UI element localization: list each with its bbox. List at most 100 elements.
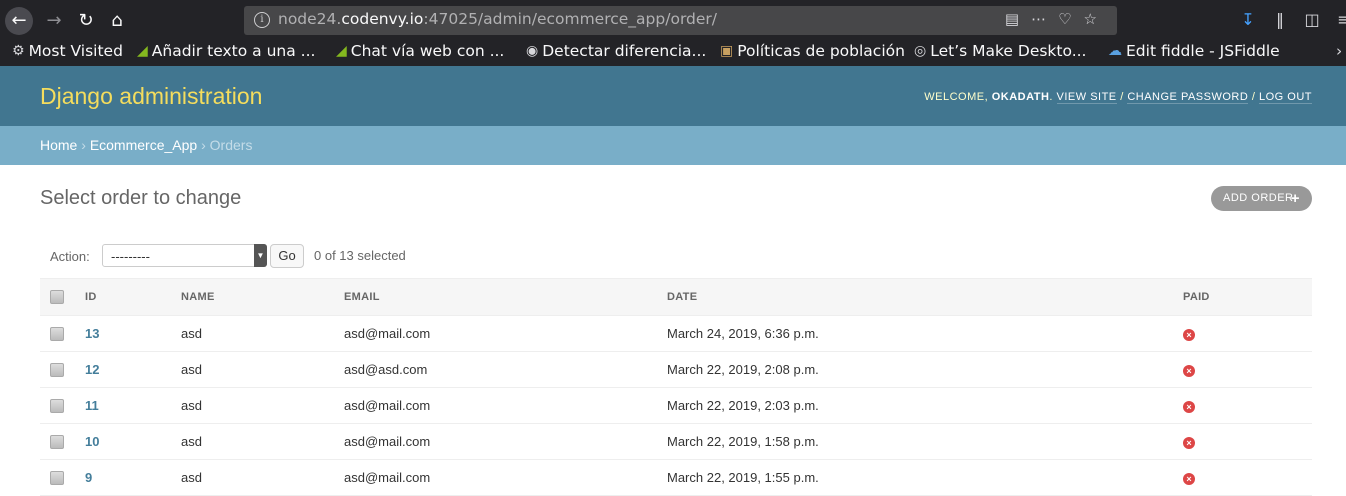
order-name: asd xyxy=(181,315,344,352)
pocket-icon[interactable]: ♡ xyxy=(1058,10,1083,28)
bookmark-label: Políticas de población xyxy=(737,42,905,60)
spy-icon: ◉ xyxy=(526,43,539,59)
go-button[interactable]: Go xyxy=(270,244,304,268)
column-header-email[interactable]: Email xyxy=(344,278,667,316)
bookmark-item[interactable]: ◎ Let’s Make Deskto... xyxy=(914,42,1086,60)
order-email: asd@mail.com xyxy=(344,423,667,460)
sidebar-icon[interactable]: ◫ xyxy=(1296,10,1328,29)
bookmark-item[interactable]: ⚙ Most Visited xyxy=(12,42,123,60)
table-row: 9 asd asd@mail.com March 22, 2019, 1:55 … xyxy=(40,459,1312,496)
order-id-link[interactable]: 12 xyxy=(85,362,99,377)
forward-arrow-icon[interactable]: → xyxy=(40,7,68,35)
order-name: asd xyxy=(181,387,344,424)
result-table: ID Name Email Date Paid 13 asd asd@mail.… xyxy=(40,278,1312,496)
order-id-link[interactable]: 11 xyxy=(85,398,99,413)
url-prefix: node24. xyxy=(278,10,342,28)
bookmark-item[interactable]: ◢ Chat vía web con ... xyxy=(336,42,504,60)
reload-icon[interactable]: ↻ xyxy=(72,7,100,35)
order-date: March 22, 2019, 2:08 p.m. xyxy=(667,351,1183,388)
select-all-checkbox-cell xyxy=(40,278,85,316)
actions-bar: Action: --------- ▼ Go 0 of 13 selected xyxy=(40,236,1312,278)
chevron-down-icon: ▼ xyxy=(254,244,267,267)
bookmark-item[interactable]: ◢ Añadir texto a una ... xyxy=(137,42,315,60)
order-email: asd@mail.com xyxy=(344,459,667,496)
order-date: March 24, 2019, 6:36 p.m. xyxy=(667,315,1183,352)
column-header-paid[interactable]: Paid xyxy=(1183,278,1312,316)
menu-icon[interactable]: ≡ xyxy=(1328,10,1346,29)
row-checkbox-cell xyxy=(40,459,85,496)
row-checkbox[interactable] xyxy=(50,471,64,486)
bookmark-item[interactable]: ☁ Edit fiddle - JSFiddle xyxy=(1108,42,1280,60)
add-order-button[interactable]: Add order + xyxy=(1211,186,1312,211)
log-out-link[interactable]: Log out xyxy=(1258,91,1312,104)
bookmark-label: Añadir texto a una ... xyxy=(151,42,316,60)
bookmark-item[interactable]: ▣ Políticas de población xyxy=(720,42,905,60)
breadcrumb-current: Orders xyxy=(209,137,253,153)
order-email: asd@mail.com xyxy=(344,387,667,424)
cloud-icon: ☁ xyxy=(1108,43,1122,59)
plus-icon: + xyxy=(1290,190,1300,207)
bookmark-item[interactable]: ◉ Detectar diferencia... xyxy=(526,42,706,60)
column-header-date[interactable]: Date xyxy=(667,278,1183,316)
order-name: asd xyxy=(181,459,344,496)
green-shoe-icon: ◢ xyxy=(137,43,148,59)
site-branding[interactable]: Django administration xyxy=(40,83,262,110)
bookmark-star-icon[interactable]: ☆ xyxy=(1084,10,1109,28)
order-id-link[interactable]: 10 xyxy=(85,434,99,449)
order-date: March 22, 2019, 1:58 p.m. xyxy=(667,423,1183,460)
back-arrow-icon[interactable]: ← xyxy=(5,7,33,35)
green-shoe-icon: ◢ xyxy=(336,43,347,59)
column-header-id[interactable]: ID xyxy=(85,278,181,316)
order-id-link[interactable]: 9 xyxy=(85,470,92,485)
bookmark-label: Edit fiddle - JSFiddle xyxy=(1126,42,1280,60)
reader-view-icon[interactable]: ▤ xyxy=(1005,10,1031,28)
change-password-link[interactable]: Change password xyxy=(1127,91,1249,104)
library-icon[interactable]: ‖ xyxy=(1264,10,1296,29)
unpaid-x-icon: × xyxy=(1183,329,1195,341)
order-date: March 22, 2019, 1:55 p.m. xyxy=(667,459,1183,496)
row-checkbox[interactable] xyxy=(50,435,64,450)
bookmark-label: Most Visited xyxy=(28,42,123,60)
url-bar[interactable]: i node24.codenvy.io:47025/admin/ecommerc… xyxy=(244,6,1117,35)
add-order-label: Add order xyxy=(1223,192,1294,204)
bookmarks-overflow-icon[interactable]: › xyxy=(1336,42,1342,60)
breadcrumb-home[interactable]: Home xyxy=(40,137,77,153)
globe-icon: ◎ xyxy=(914,43,927,59)
breadcrumb-app[interactable]: Ecommerce_App xyxy=(90,137,197,153)
home-icon[interactable]: ⌂ xyxy=(103,7,131,35)
order-id-link[interactable]: 13 xyxy=(85,326,99,341)
view-site-link[interactable]: View site xyxy=(1056,91,1117,104)
url-text[interactable]: node24.codenvy.io:47025/admin/ecommerce_… xyxy=(278,10,717,28)
bookmark-label: Let’s Make Deskto... xyxy=(930,42,1087,60)
order-name: asd xyxy=(181,423,344,460)
page-title: Select order to change xyxy=(40,187,242,209)
column-header-name[interactable]: Name xyxy=(181,278,344,316)
table-row: 12 asd asd@asd.com March 22, 2019, 2:08 … xyxy=(40,351,1312,388)
browser-toolbar: ← → ↻ ⌂ i node24.codenvy.io:47025/admin/… xyxy=(0,0,1346,41)
unpaid-x-icon: × xyxy=(1183,473,1195,485)
url-path: :47025/admin/ecommerce_app/order/ xyxy=(423,10,718,28)
row-checkbox-cell xyxy=(40,315,85,352)
action-select-value: --------- xyxy=(111,249,150,264)
row-checkbox[interactable] xyxy=(50,327,64,342)
image-icon: ▣ xyxy=(720,43,734,59)
row-checkbox[interactable] xyxy=(50,363,64,378)
table-header-row: ID Name Email Date Paid xyxy=(40,278,1312,316)
url-actions: ▤⋯♡☆ xyxy=(1005,10,1109,28)
more-actions-icon[interactable]: ⋯ xyxy=(1031,10,1058,28)
row-checkbox-cell xyxy=(40,351,85,388)
order-name: asd xyxy=(181,351,344,388)
bookmark-label: Chat vía web con ... xyxy=(350,42,505,60)
selected-count: 0 of 13 selected xyxy=(314,248,406,263)
row-checkbox-cell xyxy=(40,423,85,460)
welcome-text: Welcome, xyxy=(924,91,989,103)
select-all-checkbox[interactable] xyxy=(50,290,64,304)
info-icon[interactable]: i xyxy=(254,12,270,28)
order-date: March 22, 2019, 2:03 p.m. xyxy=(667,387,1183,424)
action-label: Action: xyxy=(50,249,90,264)
download-icon[interactable]: ↧ xyxy=(1232,10,1264,29)
row-checkbox[interactable] xyxy=(50,399,64,414)
action-select[interactable]: --------- ▼ xyxy=(102,244,267,267)
order-email: asd@asd.com xyxy=(344,351,667,388)
username: okadath xyxy=(991,91,1050,103)
